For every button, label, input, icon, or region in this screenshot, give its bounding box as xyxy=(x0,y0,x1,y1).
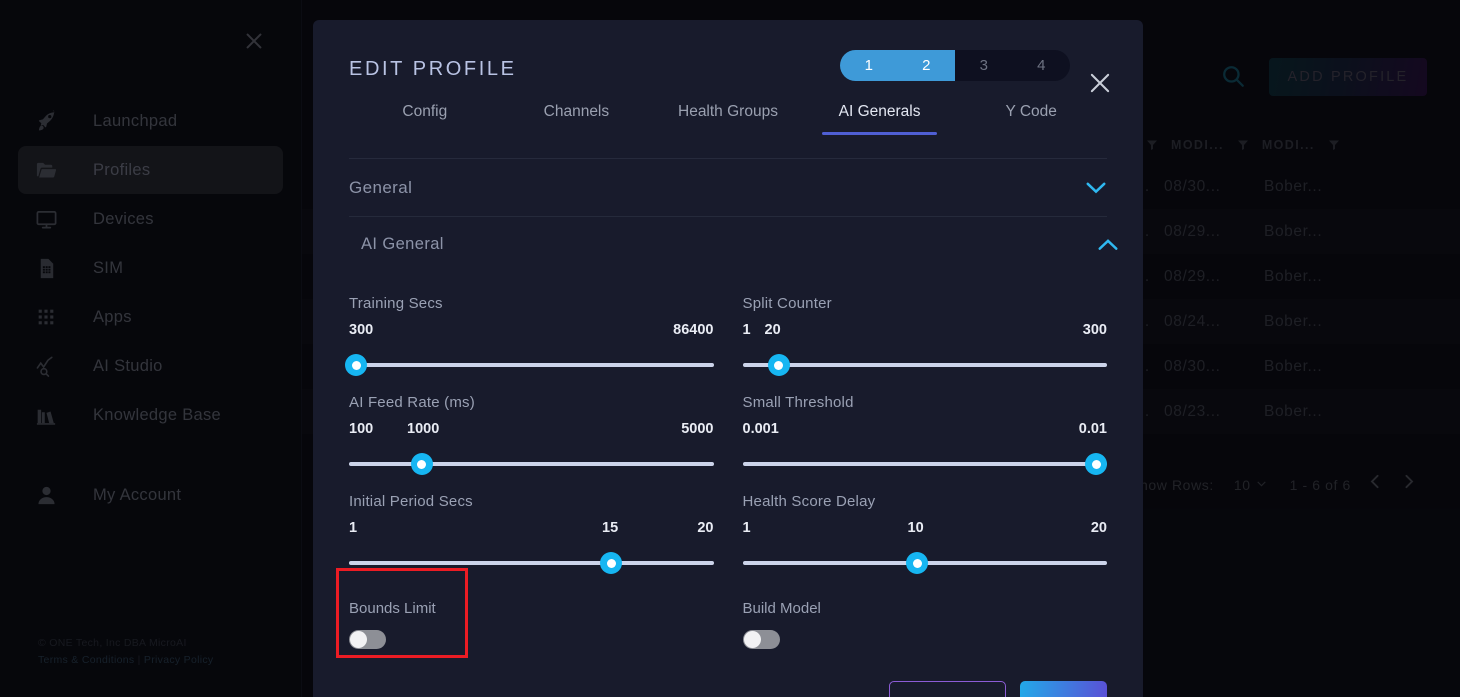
slider-thumb[interactable] xyxy=(600,552,623,574)
slider-thumb[interactable] xyxy=(345,354,368,376)
slider-thumb[interactable] xyxy=(1085,453,1108,475)
field-ai-feed-rate: AI Feed Rate (ms) 100 1000 5000 xyxy=(349,376,714,475)
slider-training-secs[interactable] xyxy=(345,354,714,376)
field-small-threshold: Small Threshold 0.001 0.01 xyxy=(742,376,1108,475)
field-values: 100 1000 5000 xyxy=(349,421,714,440)
tab-ai-generals[interactable]: AI Generals xyxy=(804,98,956,135)
modal-title: EDIT PROFILE xyxy=(349,58,517,80)
edit-profile-modal: EDIT PROFILE 1 2 3 4 Config Channels Hea… xyxy=(313,20,1143,697)
slider-current-value: 20 xyxy=(764,322,781,338)
field-label: Training Secs xyxy=(349,295,443,312)
field-build-model: Build Model xyxy=(742,600,1108,649)
modal-header: EDIT PROFILE 1 2 3 4 xyxy=(313,20,1143,98)
slider-min-value: 1 xyxy=(742,322,751,338)
slider-min-value: 300 xyxy=(349,322,374,338)
slider-track xyxy=(349,462,714,466)
slider-max-value: 0.01 xyxy=(1078,421,1107,437)
accordion-title: AI General xyxy=(361,234,444,253)
app-root: Launchpad Profiles Dev xyxy=(0,0,1460,697)
build-model-toggle[interactable] xyxy=(742,630,780,649)
field-training-secs: Training Secs 300 86400 xyxy=(345,277,714,376)
step-3[interactable]: 3 xyxy=(955,50,1013,81)
tab-health-groups[interactable]: Health Groups xyxy=(652,98,804,121)
slider-track xyxy=(742,462,1107,466)
step-2[interactable]: 2 xyxy=(897,50,955,81)
slider-min-value: 0.001 xyxy=(742,421,779,437)
field-label: Split Counter xyxy=(742,295,832,312)
slider-thumb[interactable] xyxy=(767,354,790,376)
next-button[interactable] xyxy=(1020,681,1107,697)
chevron-up-icon[interactable] xyxy=(1097,238,1119,251)
slider-track xyxy=(349,561,714,565)
slider-min-value: 1 xyxy=(742,520,751,536)
slider-max-value: 20 xyxy=(1090,520,1107,536)
field-label: Health Score Delay xyxy=(742,493,876,510)
close-icon[interactable] xyxy=(1087,70,1113,96)
tab-channels[interactable]: Channels xyxy=(501,98,653,121)
field-values: 300 86400 xyxy=(349,322,714,341)
slider-max-value: 20 xyxy=(697,520,714,536)
chevron-down-icon[interactable] xyxy=(1085,181,1107,194)
slider-track xyxy=(742,363,1107,367)
tab-config[interactable]: Config xyxy=(349,98,501,121)
step-1[interactable]: 1 xyxy=(840,50,898,81)
slider-current-value: 1000 xyxy=(407,421,440,437)
slider-max-value: 5000 xyxy=(681,421,714,437)
accordion-title: General xyxy=(349,177,413,197)
field-bounds-limit: Bounds Limit xyxy=(349,600,714,649)
field-values: 1 10 20 xyxy=(743,520,1108,539)
slider-max-value: 300 xyxy=(1082,322,1107,338)
slider-ai-feed-rate[interactable] xyxy=(349,453,714,475)
field-label: AI Feed Rate (ms) xyxy=(349,394,475,411)
slider-thumb[interactable] xyxy=(906,552,929,574)
field-label: Small Threshold xyxy=(742,394,854,411)
tab-y-code[interactable]: Y Code xyxy=(955,98,1107,121)
slider-split-counter[interactable] xyxy=(742,354,1107,376)
modal-tabs: Config Channels Health Groups AI General… xyxy=(349,98,1107,144)
slider-current-value: 15 xyxy=(602,520,619,536)
field-label: Initial Period Secs xyxy=(349,493,473,510)
field-health-score-delay: Health Score Delay 1 10 20 xyxy=(742,475,1108,574)
bounds-limit-toggle[interactable] xyxy=(349,630,386,649)
accordion-general[interactable]: General xyxy=(349,159,1107,217)
slider-initial-period-secs[interactable] xyxy=(349,552,714,574)
field-split-counter: Split Counter 1 20 300 xyxy=(742,277,1108,376)
toggle-row: Bounds Limit Build Model xyxy=(349,600,1107,649)
slider-max-value: 86400 xyxy=(673,322,714,338)
accordion-ai-general[interactable]: AI General xyxy=(361,217,1119,271)
wizard-stepper: 1 2 3 4 xyxy=(840,50,1070,81)
slider-health-score-delay[interactable] xyxy=(742,552,1107,574)
slider-min-value: 1 xyxy=(349,520,358,536)
cancel-button[interactable] xyxy=(889,681,1006,697)
toggle-label: Bounds Limit xyxy=(349,600,436,617)
slider-current-value: 10 xyxy=(907,520,924,536)
field-values: 0.001 0.01 xyxy=(743,421,1108,440)
field-values: 1 15 20 xyxy=(349,520,714,539)
ai-general-fields: Training Secs 300 86400 Split Counter 1 … xyxy=(345,277,1108,574)
toggle-label: Build Model xyxy=(742,600,821,617)
step-4[interactable]: 4 xyxy=(1013,50,1071,81)
field-values: 1 20 300 xyxy=(743,322,1108,341)
field-initial-period-secs: Initial Period Secs 1 15 20 xyxy=(349,475,714,574)
slider-small-threshold[interactable] xyxy=(742,453,1108,475)
slider-track xyxy=(349,363,714,367)
modal-footer xyxy=(313,661,1143,697)
slider-min-value: 100 xyxy=(349,421,374,437)
slider-thumb[interactable] xyxy=(410,453,433,475)
